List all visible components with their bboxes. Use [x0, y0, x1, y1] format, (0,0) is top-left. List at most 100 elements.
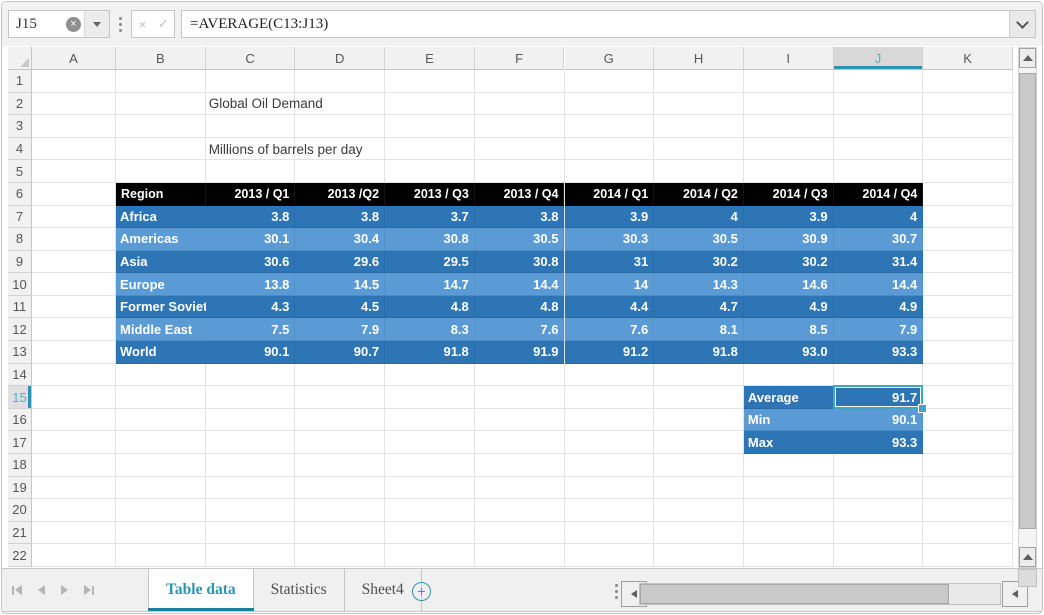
cell-E12[interactable]: 8.3	[385, 318, 475, 341]
row-header-16[interactable]: 16	[8, 409, 32, 432]
row-header-11[interactable]: 11	[8, 296, 32, 319]
nav-last-button[interactable]	[84, 585, 94, 595]
cell-D13[interactable]: 90.7	[295, 341, 385, 364]
cell-F9[interactable]: 30.8	[475, 251, 565, 274]
cell-H6[interactable]: 2014 / Q2	[654, 183, 744, 206]
cell-G7[interactable]: 3.9	[565, 206, 655, 229]
column-header-E[interactable]: E	[385, 47, 475, 70]
cell-F13[interactable]: 91.9	[475, 341, 565, 364]
cell-B6[interactable]: Region	[116, 183, 206, 206]
cell-C11[interactable]: 4.3	[206, 296, 296, 319]
cell-E7[interactable]: 3.7	[385, 206, 475, 229]
cell-H11[interactable]: 4.7	[654, 296, 744, 319]
cell-I11[interactable]: 4.9	[744, 296, 834, 319]
cell-D10[interactable]: 14.5	[295, 273, 385, 296]
cell-C6[interactable]: 2013 / Q1	[206, 183, 296, 206]
cell-C10[interactable]: 13.8	[206, 273, 296, 296]
row-header-5[interactable]: 5	[8, 160, 32, 183]
cell-J12[interactable]: 7.9	[834, 318, 924, 341]
cell-I7[interactable]: 3.9	[744, 206, 834, 229]
tab-sheet4[interactable]: Sheet4	[345, 569, 422, 611]
column-header-H[interactable]: H	[654, 47, 744, 70]
cell-F12[interactable]: 7.6	[475, 318, 565, 341]
cell-D6[interactable]: 2013 /Q2	[295, 183, 385, 206]
cell-G11[interactable]: 4.4	[565, 296, 655, 319]
row-header-2[interactable]: 2	[8, 93, 32, 116]
vertical-scroll-thumb[interactable]	[1019, 73, 1036, 529]
cell-E10[interactable]: 14.7	[385, 273, 475, 296]
row-header-3[interactable]: 3	[8, 115, 32, 138]
cell-E9[interactable]: 29.5	[385, 251, 475, 274]
cell-J10[interactable]: 14.4	[834, 273, 924, 296]
row-header-18[interactable]: 18	[8, 454, 32, 477]
nav-next-button[interactable]	[61, 585, 68, 595]
cell-J6[interactable]: 2014 / Q4	[834, 183, 924, 206]
cell-C8[interactable]: 30.1	[206, 228, 296, 251]
row-header-12[interactable]: 12	[8, 318, 32, 341]
cell-I17[interactable]: Max	[744, 431, 834, 454]
cell-C4[interactable]: Millions of barrels per day	[206, 138, 475, 161]
cell-F11[interactable]: 4.8	[475, 296, 565, 319]
row-header-22[interactable]: 22	[8, 544, 32, 567]
select-all-corner[interactable]	[8, 47, 32, 70]
cell-E11[interactable]: 4.8	[385, 296, 475, 319]
cell-I16[interactable]: Min	[744, 409, 834, 432]
cell-J17[interactable]: 93.3	[834, 431, 924, 454]
cell-I13[interactable]: 93.0	[744, 341, 834, 364]
cell-B13[interactable]: World	[116, 341, 206, 364]
cell-D12[interactable]: 7.9	[295, 318, 385, 341]
cell-F8[interactable]: 30.5	[475, 228, 565, 251]
cell-J9[interactable]: 31.4	[834, 251, 924, 274]
cell-E8[interactable]: 30.8	[385, 228, 475, 251]
tab-statistics[interactable]: Statistics	[254, 569, 345, 611]
cell-I9[interactable]: 30.2	[744, 251, 834, 274]
scroll-down-button[interactable]	[1019, 547, 1036, 567]
cell-H9[interactable]: 30.2	[654, 251, 744, 274]
cell-G9[interactable]: 31	[565, 251, 655, 274]
cell-B10[interactable]: Europe	[116, 273, 206, 296]
fill-handle[interactable]	[918, 404, 927, 413]
cell-B9[interactable]: Asia	[116, 251, 206, 274]
row-header-10[interactable]: 10	[8, 273, 32, 296]
cell-H7[interactable]: 4	[654, 206, 744, 229]
cell-C13[interactable]: 90.1	[206, 341, 296, 364]
cancel-button[interactable]: ×	[132, 17, 153, 32]
row-header-7[interactable]: 7	[8, 206, 32, 229]
cell-H10[interactable]: 14.3	[654, 273, 744, 296]
column-header-B[interactable]: B	[116, 47, 206, 70]
name-box-dropdown-button[interactable]	[84, 11, 109, 37]
cell-F6[interactable]: 2013 / Q4	[475, 183, 565, 206]
cell-F7[interactable]: 3.8	[475, 206, 565, 229]
cell-I12[interactable]: 8.5	[744, 318, 834, 341]
row-header-14[interactable]: 14	[8, 364, 32, 387]
cell-D11[interactable]: 4.5	[295, 296, 385, 319]
cell-I15[interactable]: Average	[744, 386, 834, 409]
cell-F10[interactable]: 14.4	[475, 273, 565, 296]
cell-G8[interactable]: 30.3	[565, 228, 655, 251]
row-header-19[interactable]: 19	[8, 477, 32, 500]
formula-input[interactable]: =AVERAGE(C13:J13)	[181, 10, 1036, 38]
column-header-F[interactable]: F	[475, 47, 565, 70]
cell-H8[interactable]: 30.5	[654, 228, 744, 251]
cell-J13[interactable]: 93.3	[834, 341, 924, 364]
scroll-up-button[interactable]	[1019, 48, 1036, 68]
cell-J7[interactable]: 4	[834, 206, 924, 229]
column-header-A[interactable]: A	[32, 47, 116, 70]
cell-E6[interactable]: 2013 / Q3	[385, 183, 475, 206]
row-header-13[interactable]: 13	[8, 341, 32, 364]
cell-B12[interactable]: Middle East	[116, 318, 206, 341]
cell-D9[interactable]: 29.6	[295, 251, 385, 274]
nav-first-button[interactable]	[12, 585, 22, 595]
column-header-G[interactable]: G	[565, 47, 655, 70]
cell-G13[interactable]: 91.2	[565, 341, 655, 364]
cell-B11[interactable]: Former Soviet Union	[116, 296, 206, 319]
row-header-9[interactable]: 9	[8, 251, 32, 274]
cell-I8[interactable]: 30.9	[744, 228, 834, 251]
add-sheet-button[interactable]: +	[412, 582, 431, 601]
cell-E13[interactable]: 91.8	[385, 341, 475, 364]
cell-H13[interactable]: 91.8	[654, 341, 744, 364]
cell-G12[interactable]: 7.6	[565, 318, 655, 341]
column-header-D[interactable]: D	[295, 47, 385, 70]
horizontal-scroll-thumb[interactable]	[640, 584, 949, 604]
name-box[interactable]: J15 ×	[8, 10, 110, 38]
